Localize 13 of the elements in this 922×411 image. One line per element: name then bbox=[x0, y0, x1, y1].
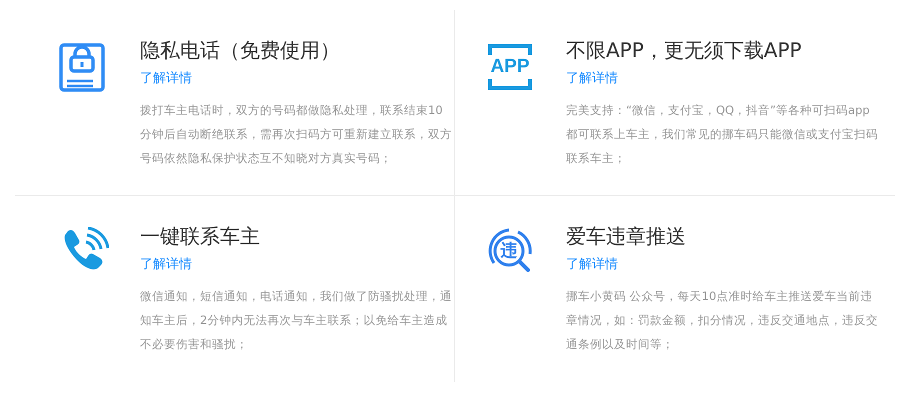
feature-description: 微信通知，短信通知，电话通知，我们做了防骚扰处理，通知车主后，2分钟内无法再次与车主联系；以免给车主造成不必要伤害和骚扰； bbox=[140, 288, 452, 353]
details-link[interactable]: 了解详情 bbox=[566, 70, 618, 88]
feature-description: 拨打车主电话时，双方的号码都做隐私处理，联系结束10分钟后自动断绝联系，需再次扫码方可重新建立联系，双方号码依然隐私保护状态互不知晓对方真实号码； bbox=[140, 102, 452, 167]
details-link[interactable]: 了解详情 bbox=[140, 70, 192, 88]
feature-title: 隐私电话（免费使用） bbox=[140, 38, 340, 62]
feature-title: 一键联系车主 bbox=[140, 224, 260, 248]
feature-description: 完美支持：“微信，支付宝，QQ，抖音”等各种可扫码app都可联系上车主，我们常见的挪车码只能微信或支付宝扫码联系车主； bbox=[566, 102, 878, 167]
feature-description: 挪车小黄码 公众号，每天10点准时给车主推送爱车当前违章情况，如：罚款金额，扣分情况，违反交通地点，违反交通条例以及时间等； bbox=[566, 288, 878, 353]
lock-document-icon bbox=[59, 43, 105, 92]
feature-title: 爱车违章推送 bbox=[566, 224, 686, 248]
details-link[interactable]: 了解详情 bbox=[566, 256, 618, 274]
feature-title: 不限APP，更无须下载APP bbox=[566, 38, 802, 62]
details-link[interactable]: 了解详情 bbox=[140, 256, 192, 274]
